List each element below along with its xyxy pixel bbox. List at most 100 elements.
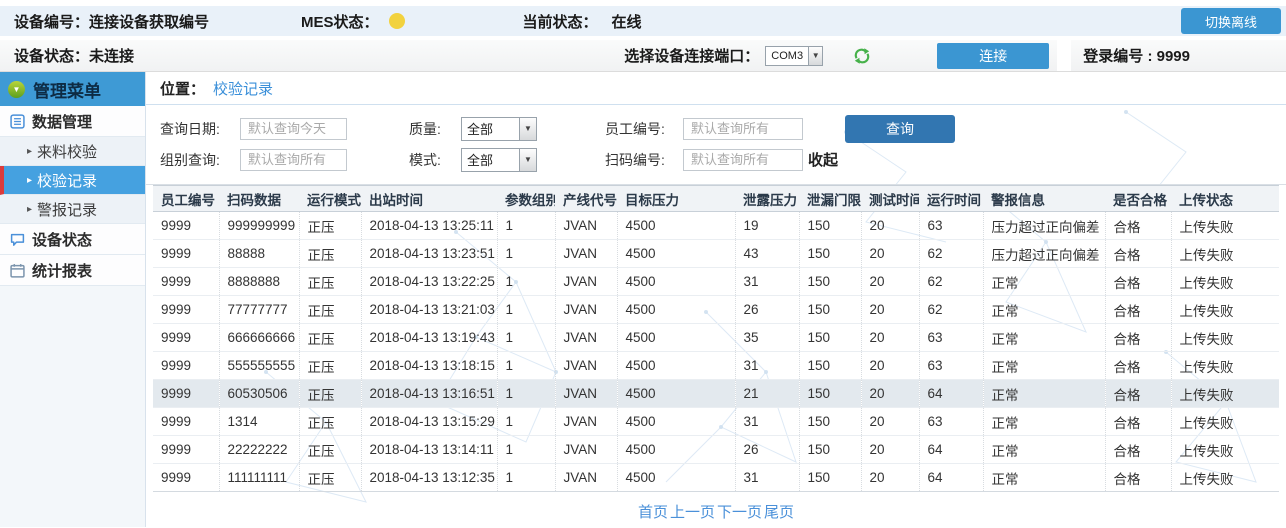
table-cell: JVAN: [555, 436, 617, 464]
table-row[interactable]: 999960530506正压2018-04-13 13:16:511JVAN45…: [153, 380, 1279, 408]
table-cell: 9999: [153, 436, 219, 464]
sidebar-item-check-records[interactable]: ▸校验记录: [0, 166, 145, 195]
table-cell: 150: [799, 352, 861, 380]
table-cell: JVAN: [555, 464, 617, 492]
triangle-bullet-icon: ▸: [27, 204, 32, 215]
table-cell: 合格: [1105, 296, 1171, 324]
table-cell: 9999: [153, 296, 219, 324]
connect-button[interactable]: 连接: [937, 43, 1049, 69]
pager-link-3[interactable]: 尾页: [764, 504, 794, 521]
table-cell: 1: [497, 464, 555, 492]
table-cell: 9999: [153, 408, 219, 436]
calendar-icon: [10, 263, 25, 278]
table-cell: 9999: [153, 380, 219, 408]
table-cell: 正常: [983, 296, 1105, 324]
table-cell: 19: [735, 212, 799, 240]
sidebar-item-alarm-records[interactable]: ▸ 警报记录: [0, 195, 145, 224]
table-row[interactable]: 99991314正压2018-04-13 13:15:291JVAN450031…: [153, 408, 1279, 436]
employee-number-input[interactable]: [683, 118, 803, 140]
table-cell: 正常: [983, 436, 1105, 464]
table-cell: 20: [861, 296, 919, 324]
table-cell: 9999: [153, 212, 219, 240]
table-cell: 1: [497, 352, 555, 380]
table-cell: 正压: [299, 464, 361, 492]
search-button[interactable]: 查询: [845, 115, 955, 143]
table-row[interactable]: 999988888正压2018-04-13 13:23:511JVAN45004…: [153, 240, 1279, 268]
table-cell: 63: [919, 352, 983, 380]
quality-select[interactable]: 全部 ▼: [461, 117, 537, 141]
mode-select[interactable]: 全部 ▼: [461, 148, 537, 172]
breadcrumb-current-link[interactable]: 校验记录: [213, 78, 273, 99]
mode-label: 模式:: [409, 150, 461, 170]
table-row[interactable]: 9999555555555正压2018-04-13 13:18:151JVAN4…: [153, 352, 1279, 380]
breadcrumb-label: 位置：: [160, 78, 205, 99]
table-cell: 20: [861, 408, 919, 436]
status-bar-second: 设备状态：未连接 选择设备连接端口： COM3 ▼ 连接 登录编号 : 9999: [0, 40, 1286, 72]
table-cell: 正压: [299, 408, 361, 436]
table-cell: JVAN: [555, 380, 617, 408]
table-cell: 正常: [983, 464, 1105, 492]
table-cell: 正压: [299, 212, 361, 240]
table-cell: 20: [861, 212, 919, 240]
table-cell: 正压: [299, 240, 361, 268]
column-header: 警报信息: [983, 186, 1105, 212]
sidebar-item-incoming-check[interactable]: ▸来料校验: [0, 137, 145, 166]
group-query-input[interactable]: [240, 149, 347, 171]
table-cell: 999999999: [219, 212, 299, 240]
column-header: 出站时间: [361, 186, 497, 212]
pager-link-0[interactable]: 首页: [638, 504, 668, 521]
column-header: 目标压力: [617, 186, 735, 212]
collapse-link[interactable]: 收起: [808, 149, 838, 170]
sidebar-item-label: 警报记录: [37, 199, 97, 220]
table-cell: 64: [919, 380, 983, 408]
table-cell: 2018-04-13 13:18:15: [361, 352, 497, 380]
sidebar-menu: 数据管理 ▸来料校验▸校验记录 ▸ 警报记录设备状态统计报表: [0, 106, 145, 286]
table-row[interactable]: 9999666666666正压2018-04-13 13:19:431JVAN4…: [153, 324, 1279, 352]
pagination: 首页上一页下一页尾页: [146, 501, 1286, 522]
sidebar-item-device-status[interactable]: 设备状态: [0, 224, 145, 255]
table-cell: 31: [735, 268, 799, 296]
sidebar-item-data-management[interactable]: 数据管理: [0, 106, 145, 137]
sidebar-item-label: 设备状态: [32, 229, 92, 250]
table-cell: 1: [497, 296, 555, 324]
sidebar-item-label: 数据管理: [32, 111, 92, 132]
table-cell: 正常: [983, 352, 1105, 380]
table-cell: 2018-04-13 13:21:03: [361, 296, 497, 324]
table-cell: 20: [861, 268, 919, 296]
table-cell: 4500: [617, 296, 735, 324]
pager-link-1[interactable]: 上一页: [670, 504, 715, 521]
table-row[interactable]: 999922222222正压2018-04-13 13:14:111JVAN45…: [153, 436, 1279, 464]
table-cell: 4500: [617, 464, 735, 492]
table-cell: 20: [861, 380, 919, 408]
table-row[interactable]: 999977777777正压2018-04-13 13:21:031JVAN45…: [153, 296, 1279, 324]
table-cell: 35: [735, 324, 799, 352]
menu-toggle-icon[interactable]: ▼: [8, 81, 25, 98]
table-row[interactable]: 9999111111111正压2018-04-13 13:12:351JVAN4…: [153, 464, 1279, 492]
table-cell: 压力超过正向偏差: [983, 240, 1105, 268]
column-header: 上传状态: [1171, 186, 1279, 212]
refresh-icon[interactable]: [853, 47, 871, 65]
mes-status-dot: [389, 13, 405, 29]
table-cell: 88888: [219, 240, 299, 268]
table-cell: 压力超过正向偏差: [983, 212, 1105, 240]
table-cell: 1: [497, 408, 555, 436]
table-cell: 1: [497, 324, 555, 352]
chevron-down-icon: ▼: [808, 47, 822, 65]
switch-offline-button[interactable]: 切换离线: [1181, 8, 1281, 34]
table-row[interactable]: 99998888888正压2018-04-13 13:22:251JVAN450…: [153, 268, 1279, 296]
scan-number-input[interactable]: [683, 149, 803, 171]
table-cell: 4500: [617, 352, 735, 380]
table-cell: 2018-04-13 13:23:51: [361, 240, 497, 268]
table-cell: JVAN: [555, 352, 617, 380]
table-cell: 正常: [983, 408, 1105, 436]
table-cell: 31: [735, 464, 799, 492]
sidebar-item-statistics-report[interactable]: 统计报表: [0, 255, 145, 286]
table-cell: 1: [497, 380, 555, 408]
date-query-input[interactable]: [240, 118, 347, 140]
table-row[interactable]: 9999999999999正压2018-04-13 13:25:111JVAN4…: [153, 212, 1279, 240]
pager-link-2[interactable]: 下一页: [717, 504, 762, 521]
table-cell: 正常: [983, 380, 1105, 408]
com-port-select[interactable]: COM3 ▼: [765, 46, 823, 66]
table-cell: 上传失败: [1171, 324, 1279, 352]
table-cell: 合格: [1105, 352, 1171, 380]
